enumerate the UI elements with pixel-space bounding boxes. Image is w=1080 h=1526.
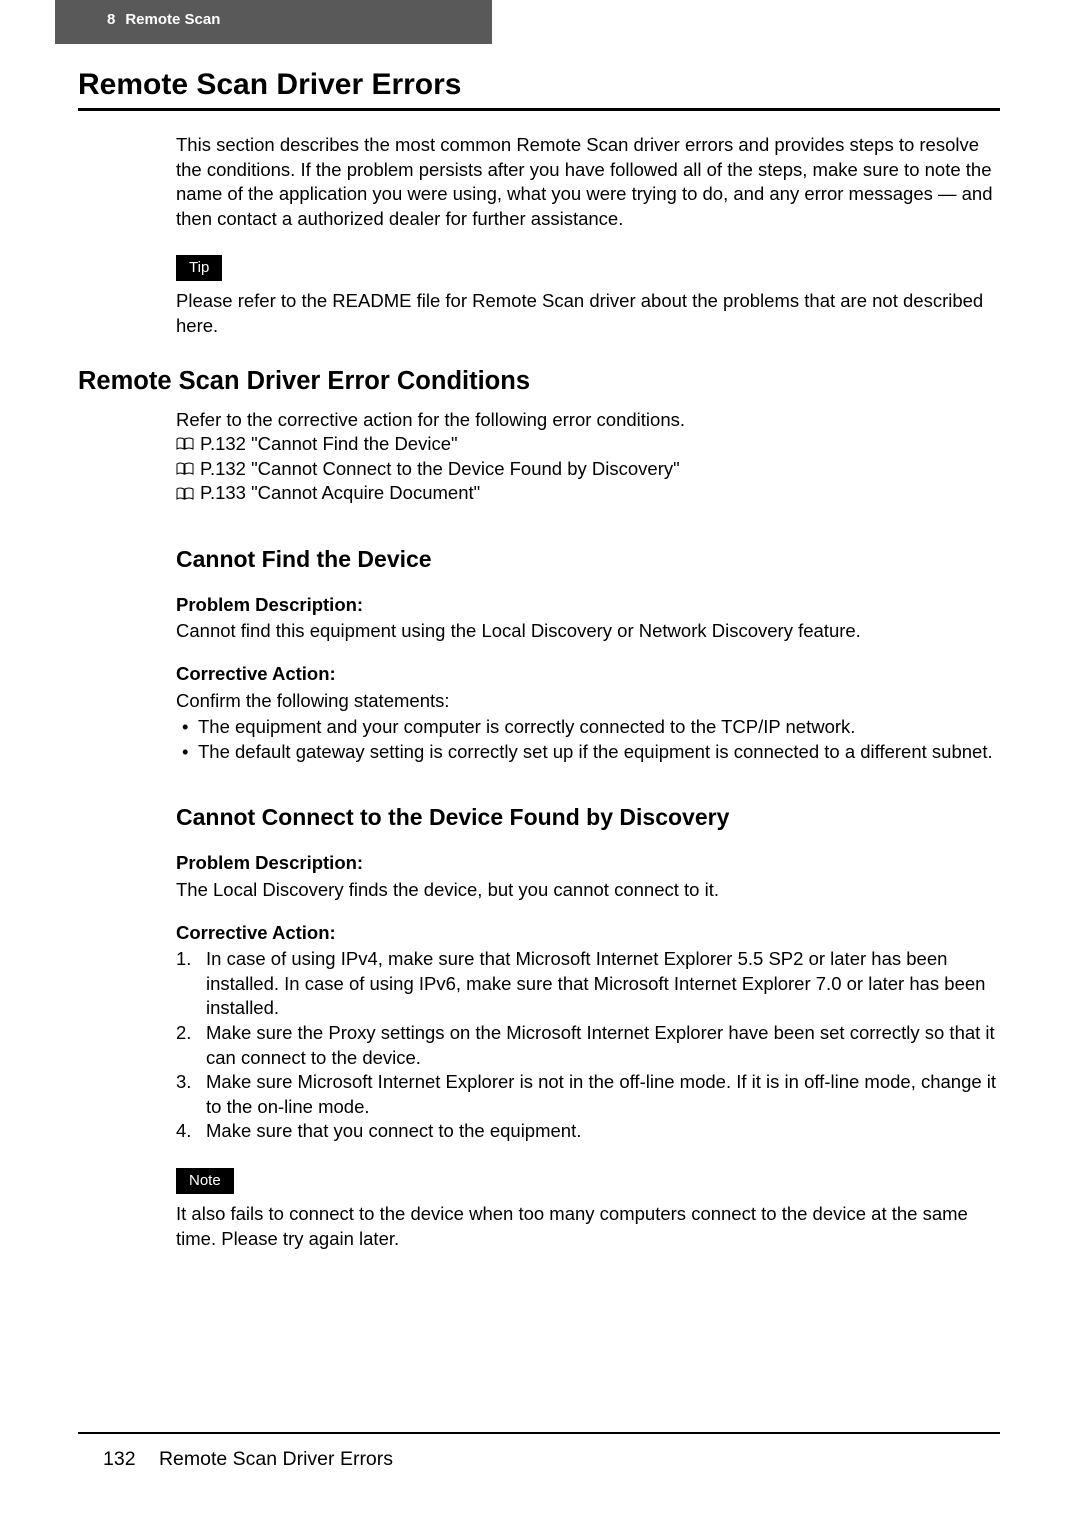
list-item: 1.In case of using IPv4, make sure that … <box>176 947 1000 1021</box>
subsection-title: Cannot Find the Device <box>78 546 1000 573</box>
chapter-number: 8 <box>55 11 115 28</box>
subsection-title: Cannot Connect to the Device Found by Di… <box>78 804 1000 831</box>
ref-text: P.132 "Cannot Connect to the Device Foun… <box>200 457 680 482</box>
book-icon <box>176 437 194 451</box>
subsection-body: Problem Description: Cannot find this eq… <box>78 593 1000 765</box>
tip-badge: Tip <box>176 255 222 281</box>
list-item: 3.Make sure Microsoft Internet Explorer … <box>176 1070 1000 1119</box>
note-badge: Note <box>176 1168 234 1194</box>
ref-intro: Refer to the corrective action for the f… <box>176 408 1000 433</box>
page-title: Remote Scan Driver Errors <box>78 68 1000 102</box>
section-title-conditions: Remote Scan Driver Error Conditions <box>78 367 1000 396</box>
list-item: The equipment and your computer is corre… <box>176 715 1000 740</box>
footer-title: Remote Scan Driver Errors <box>159 1448 393 1470</box>
note-text: It also fails to connect to the device w… <box>176 1202 1000 1251</box>
corrective-action-label: Corrective Action: <box>176 921 1000 946</box>
ref-item: P.132 "Cannot Find the Device" <box>176 432 1000 457</box>
corrective-action-label: Corrective Action: <box>176 662 1000 687</box>
title-rule <box>78 108 1000 111</box>
intro-text: This section describes the most common R… <box>176 133 1000 231</box>
corrective-action-intro: Confirm the following statements: <box>176 689 1000 714</box>
problem-description-text: Cannot find this equipment using the Loc… <box>176 619 1000 644</box>
footer-rule <box>78 1432 1000 1434</box>
page-footer: 132 Remote Scan Driver Errors <box>103 1448 393 1471</box>
book-icon <box>176 487 194 501</box>
list-item: 2.Make sure the Proxy settings on the Mi… <box>176 1021 1000 1070</box>
ref-item: P.132 "Cannot Connect to the Device Foun… <box>176 457 1000 482</box>
ref-text: P.132 "Cannot Find the Device" <box>200 432 458 457</box>
problem-description-label: Problem Description: <box>176 593 1000 618</box>
list-item: 4.Make sure that you connect to the equi… <box>176 1119 1000 1144</box>
tip-text: Please refer to the README file for Remo… <box>176 289 1000 338</box>
problem-description-text: The Local Discovery finds the device, bu… <box>176 878 1000 903</box>
corrective-action-list: The equipment and your computer is corre… <box>176 715 1000 764</box>
reference-block: Refer to the corrective action for the f… <box>78 408 1000 506</box>
subsection-body: Problem Description: The Local Discovery… <box>78 851 1000 1251</box>
chapter-title: Remote Scan <box>115 11 220 28</box>
chapter-header: 8 Remote Scan <box>55 0 492 44</box>
intro-block: This section describes the most common R… <box>78 133 1000 339</box>
problem-description-label: Problem Description: <box>176 851 1000 876</box>
corrective-action-list: 1.In case of using IPv4, make sure that … <box>176 947 1000 1144</box>
book-icon <box>176 462 194 476</box>
page-number: 132 <box>103 1448 154 1470</box>
ref-text: P.133 "Cannot Acquire Document" <box>200 481 480 506</box>
page-content: Remote Scan Driver Errors This section d… <box>78 68 1000 1251</box>
list-item: The default gateway setting is correctly… <box>176 740 1000 765</box>
ref-item: P.133 "Cannot Acquire Document" <box>176 481 1000 506</box>
